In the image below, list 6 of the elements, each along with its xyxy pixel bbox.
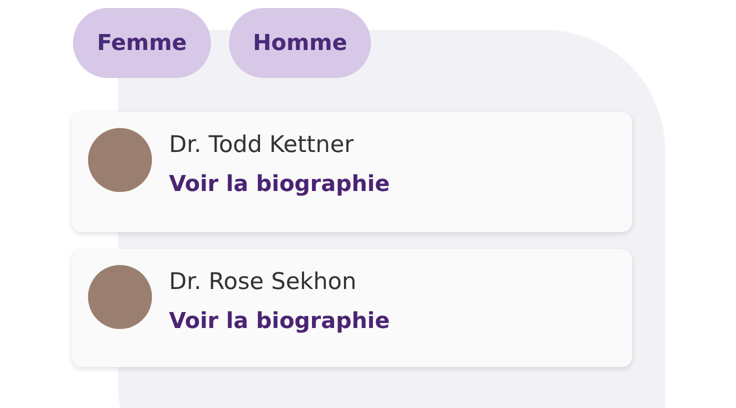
filter-button[interactable]: Homme: [228, 8, 372, 78]
doctor-name: Dr. Rose Sekhon: [169, 269, 358, 295]
doctor-name: Dr. Todd Kettner: [169, 132, 355, 158]
biography-link[interactable]: Voir la biographie: [169, 309, 390, 334]
biography-link[interactable]: Voir la biographie: [169, 172, 390, 197]
filter-button[interactable]: Femme: [73, 8, 211, 78]
